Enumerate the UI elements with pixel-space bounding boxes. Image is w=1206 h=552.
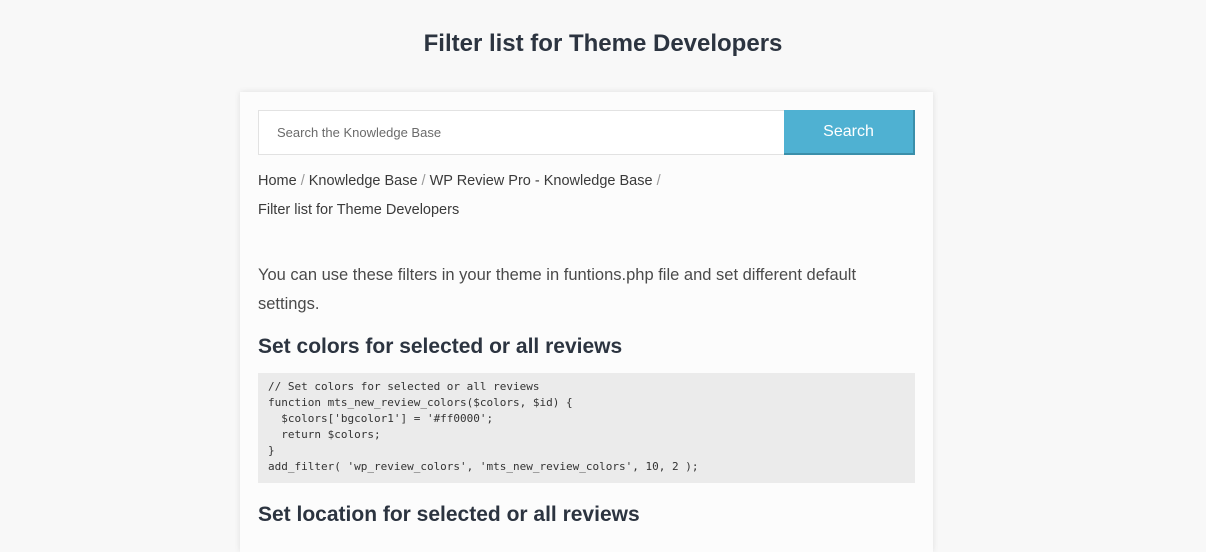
breadcrumb-separator: / xyxy=(300,173,305,189)
breadcrumb-separator: / xyxy=(421,173,426,189)
breadcrumb-wp-review-pro[interactable]: WP Review Pro - Knowledge Base xyxy=(430,173,653,189)
breadcrumb-home[interactable]: Home xyxy=(258,173,297,189)
breadcrumb-separator: / xyxy=(656,173,661,189)
section-heading-colors: Set colors for selected or all reviews xyxy=(258,335,623,358)
search-button[interactable]: Search xyxy=(784,110,915,155)
breadcrumb-current: Filter list for Theme Developers xyxy=(258,202,460,218)
breadcrumb-knowledge-base[interactable]: Knowledge Base xyxy=(309,173,418,189)
section-heading-location: Set location for selected or all reviews xyxy=(258,503,640,526)
search-form: Search xyxy=(258,110,915,155)
breadcrumb: Home / Knowledge Base / WP Review Pro - Know… xyxy=(258,167,915,225)
page-title: Filter list for Theme Developers xyxy=(423,30,783,57)
article-card: Search Home/Knowledge Base/WP Review Pro… xyxy=(240,92,933,552)
code-block-colors: // Set colors for selected or all review… xyxy=(258,373,915,483)
article-intro: You can use these filters in your theme … xyxy=(258,266,857,313)
search-input[interactable] xyxy=(258,110,784,155)
